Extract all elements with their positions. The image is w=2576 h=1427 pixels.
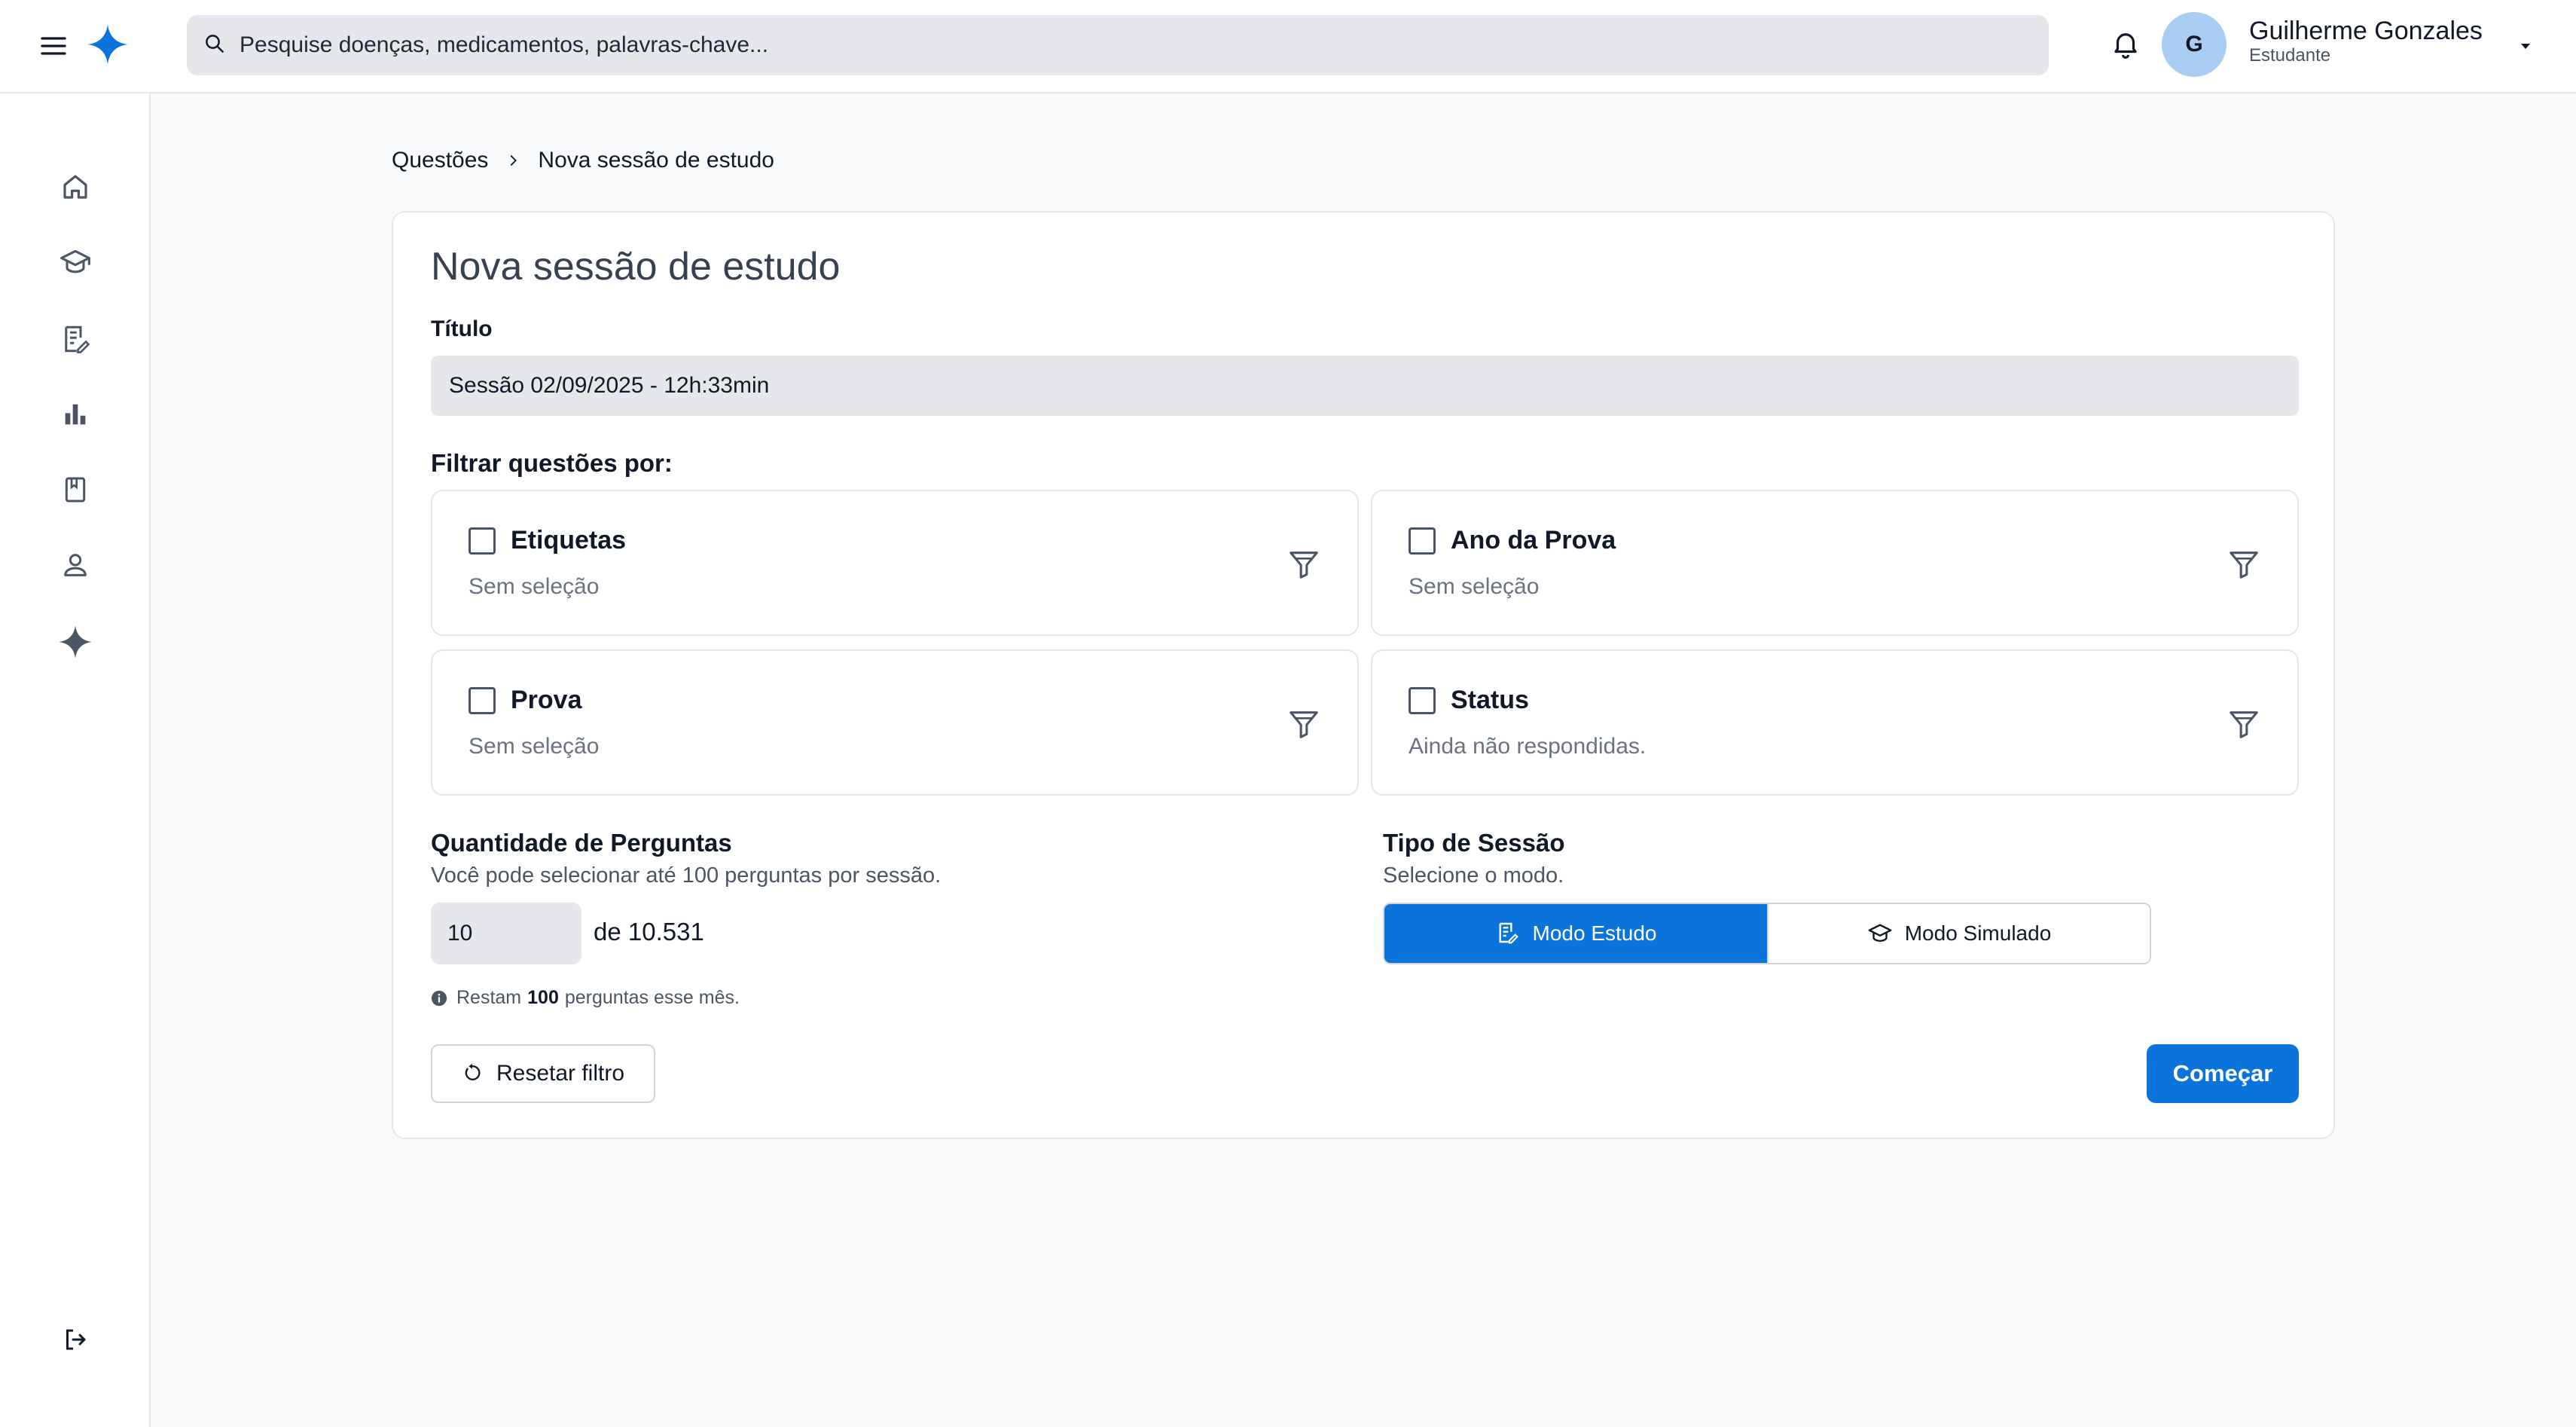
graduation-cap-icon[interactable]: [54, 241, 96, 283]
title-label: Título: [431, 316, 493, 341]
sidebar: [0, 93, 151, 1427]
study-notes-icon: [1495, 921, 1521, 946]
bookmark-book-icon[interactable]: [54, 469, 96, 511]
session-type-label: Tipo de Sessão: [1383, 829, 1565, 857]
remaining-suffix: perguntas esse mês.: [564, 987, 740, 1008]
mode-study-button[interactable]: Modo Estudo: [1384, 904, 1767, 963]
reset-filter-button[interactable]: Resetar filtro: [431, 1044, 655, 1103]
reset-icon: [462, 1062, 484, 1085]
session-form-card: Nova sessão de estudo Título Filtrar que…: [392, 211, 2335, 1139]
filter-name: Status: [1451, 686, 1529, 714]
session-type-toggle: Modo Estudo Modo Simulado: [1383, 903, 2151, 964]
filter-card-prova[interactable]: Prova Sem seleção: [431, 649, 1359, 796]
filter-value: Sem seleção: [1409, 574, 1540, 599]
filter-name: Etiquetas: [511, 526, 627, 555]
top-bar: G Guilherme Gonzales Estudante: [0, 0, 2576, 93]
filter-funnel-icon[interactable]: [1285, 545, 1323, 583]
home-icon[interactable]: [54, 166, 96, 208]
filter-funnel-icon[interactable]: [2225, 545, 2263, 583]
filter-name: Prova: [511, 686, 582, 714]
user-name[interactable]: Guilherme Gonzales: [2249, 17, 2483, 46]
remaining-count: 100: [527, 987, 559, 1008]
sparkle-logo-icon[interactable]: [86, 23, 130, 66]
filter-checkbox-prova[interactable]: [469, 687, 496, 714]
filter-name: Ano da Prova: [1451, 526, 1616, 555]
caret-down-icon[interactable]: [2514, 35, 2537, 57]
quantity-input[interactable]: [431, 903, 581, 964]
filter-value: Sem seleção: [469, 574, 600, 599]
filter-checkbox-ano-da-prova[interactable]: [1409, 527, 1436, 555]
filter-card-ano-da-prova[interactable]: Ano da Prova Sem seleção: [1371, 490, 2299, 636]
title-input[interactable]: [431, 356, 2299, 416]
info-icon: [431, 990, 447, 1007]
search-icon: [203, 32, 229, 58]
filter-funnel-icon[interactable]: [1285, 705, 1323, 743]
sparkle-icon[interactable]: [54, 621, 96, 663]
mode-simulated-button[interactable]: Modo Simulado: [1767, 904, 2150, 963]
filter-value: Sem seleção: [469, 734, 600, 759]
menu-icon[interactable]: [36, 29, 71, 63]
quantity-total: de 10.531: [594, 918, 704, 946]
filter-funnel-icon[interactable]: [2225, 705, 2263, 743]
mode-simulated-label: Modo Simulado: [1904, 921, 2052, 945]
filter-card-status[interactable]: Status Ainda não respondidas.: [1371, 649, 2299, 796]
bar-chart-icon[interactable]: [54, 393, 96, 435]
avatar[interactable]: G: [2162, 12, 2227, 77]
filter-label: Filtrar questões por:: [431, 449, 673, 477]
start-button[interactable]: Começar: [2147, 1044, 2299, 1103]
graduation-cap-icon: [1867, 921, 1893, 946]
quantity-label: Quantidade de Perguntas: [431, 829, 732, 857]
notification-bell-icon[interactable]: [2106, 24, 2145, 63]
filter-checkbox-status[interactable]: [1409, 687, 1436, 714]
chevron-right-icon: [505, 152, 521, 169]
quantity-help: Você pode selecionar até 100 perguntas p…: [431, 863, 942, 888]
page-title: Nova sessão de estudo: [431, 245, 841, 289]
search-bar[interactable]: [187, 15, 2049, 75]
questions-icon[interactable]: [54, 318, 96, 360]
filter-value: Ainda não respondidas.: [1409, 734, 1647, 759]
logout-icon[interactable]: [54, 1319, 96, 1361]
reset-filter-label: Resetar filtro: [496, 1061, 625, 1086]
breadcrumb: Questões Nova sessão de estudo: [392, 148, 774, 173]
breadcrumb-parent[interactable]: Questões: [392, 148, 488, 173]
mode-study-label: Modo Estudo: [1532, 921, 1657, 945]
search-input[interactable]: [240, 32, 1972, 58]
remaining-note: Restam 100 perguntas esse mês.: [431, 987, 740, 1009]
breadcrumb-current: Nova sessão de estudo: [538, 148, 774, 173]
remaining-prefix: Restam: [456, 987, 522, 1008]
user-role: Estudante: [2249, 45, 2331, 66]
filter-card-etiquetas[interactable]: Etiquetas Sem seleção: [431, 490, 1359, 636]
user-icon[interactable]: [54, 544, 96, 586]
session-type-help: Selecione o modo.: [1383, 863, 1564, 888]
filter-checkbox-etiquetas[interactable]: [469, 527, 496, 555]
